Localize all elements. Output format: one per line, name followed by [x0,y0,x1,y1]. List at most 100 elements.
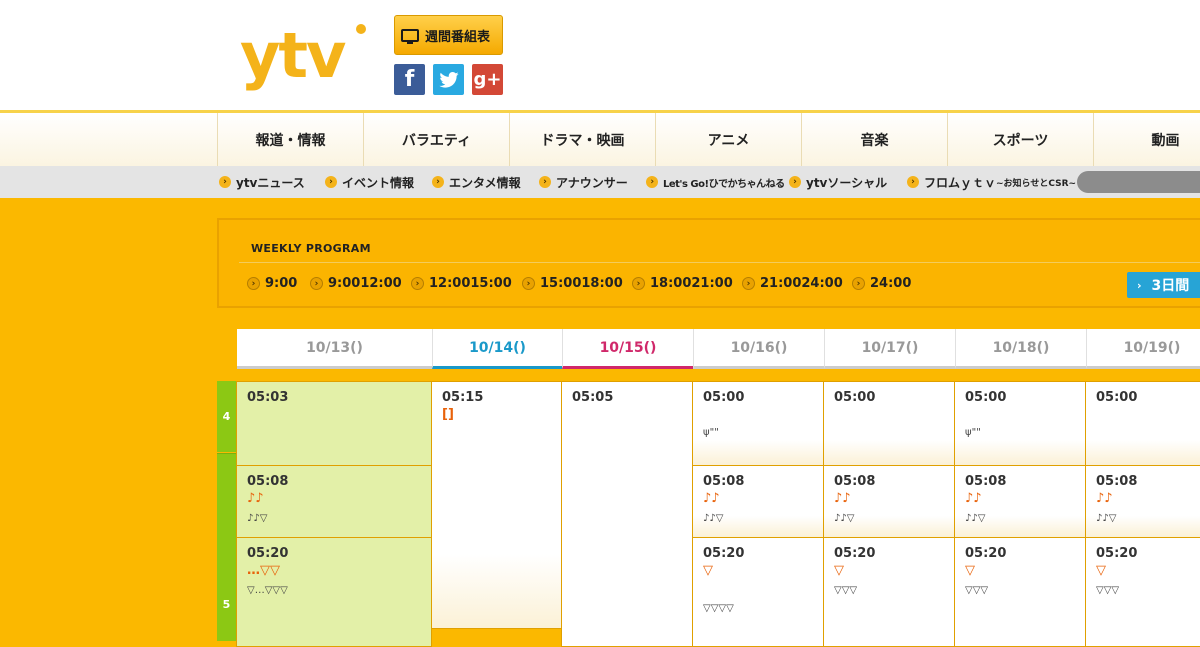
twitter-icon[interactable] [433,64,464,95]
arrow-right-icon: › [432,176,444,188]
snav-label: ytvソーシャル [806,175,888,190]
weekly-program-title: WEEKLY PROGRAM [251,242,371,255]
twitter-bird-icon [438,71,459,88]
day-tab[interactable]: 10/18() [955,329,1086,369]
arrow-right-icon: › [247,277,260,290]
time-slot-link[interactable]: › 24:00 [852,276,911,291]
time-slot-label: 12:0015:00 [429,276,512,291]
snav-events[interactable]: › イベント情報 [325,166,414,198]
program-title: ♪♪ [247,491,264,506]
program-time: 05:08 [703,474,745,489]
hour-label: 5 [217,453,236,641]
weekly-schedule-button[interactable]: 週間番組表 [394,15,503,55]
googleplus-icon[interactable]: g+ [472,64,503,95]
program-time: 05:00 [1096,390,1138,405]
program-desc: ▽…▽▽▽ [247,585,288,596]
weekly-program-panel: WEEKLY PROGRAM › 9:00 › 9:0012:00 › 12:0… [217,218,1200,308]
time-slot-link[interactable]: › 9:00 [247,276,297,291]
snav-label: イベント情報 [342,175,415,190]
program-cell[interactable]: 05:15 [] [431,381,562,629]
day-tab-today[interactable]: 10/14() [432,329,562,369]
gnav-music[interactable]: 音楽 [801,113,947,166]
time-slot-link[interactable]: › 12:0015:00 [411,276,512,291]
program-cell[interactable]: 05:20 ▽ ▽▽▽ [954,537,1086,647]
program-cell[interactable]: 05:08 ♪♪ ♪♪▽ [1085,465,1200,538]
time-slot-link[interactable]: › 21:0024:00 [742,276,843,291]
logo-dot [356,24,366,34]
snav-from-ytv[interactable]: › フロムｙｔｖ ~お知らせとCSR~ [907,166,1076,198]
three-days-label: 3日間 [1151,278,1190,294]
program-time: 05:08 [834,474,876,489]
program-time: 05:00 [965,390,1007,405]
snav-label: エンタメ情報 [449,175,521,190]
program-cell[interactable]: 05:00 [823,381,955,466]
gnav-anime[interactable]: アニメ [655,113,801,166]
snav-label: フロムｙｔｖ [924,175,997,190]
search-input[interactable] [1077,171,1200,193]
program-cell[interactable]: 05:03 [236,381,432,466]
day-tab-selected[interactable]: 10/15() [562,329,693,369]
time-slot-link[interactable]: › 15:0018:00 [522,276,623,291]
site-header: ytv 週間番組表 f g+ [0,0,1200,110]
program-cell[interactable]: 05:20 ▽ ▽▽▽▽ [692,537,824,647]
program-cell[interactable]: 05:08 ♪♪ ♪♪▽ [954,465,1086,538]
snav-label: ytvニュース [236,175,305,190]
program-cell[interactable]: 05:08 ♪♪ ♪♪▽ [692,465,824,538]
snav-letsgo[interactable]: › Let's Go!ひでかちゃんねる [646,166,785,198]
gnav-sports[interactable]: スポーツ [947,113,1093,166]
program-cell[interactable]: 05:00 ψ"" [692,381,824,466]
arrow-right-icon: › [907,176,919,188]
arrow-right-icon: › [789,176,801,188]
program-time: 05:00 [834,390,876,405]
program-cell[interactable]: 05:08 ♪♪ ♪♪▽ [823,465,955,538]
gnav-news[interactable]: 報道・情報 [217,113,363,166]
program-time: 05:20 [703,546,745,561]
day-tab[interactable]: 10/13() [237,329,432,369]
snav-ytv-social[interactable]: › ytvソーシャル [789,166,887,198]
snav-ytv-news[interactable]: › ytvニュース [219,166,305,198]
program-desc: ♪♪▽ [247,513,268,524]
program-desc: ♪♪▽ [834,513,855,524]
time-slot-label: 21:0024:00 [760,276,843,291]
divider [239,262,1200,263]
three-days-button[interactable]: › 3日間 [1127,272,1200,298]
arrow-right-icon: › [632,277,645,290]
program-cell[interactable]: 05:20 ▽ ▽▽▽ [823,537,955,647]
ytv-logo[interactable]: ytv [240,18,370,98]
program-time: 05:15 [442,390,484,405]
snav-announcer[interactable]: › アナウンサー [539,166,628,198]
snav-entertainment[interactable]: › エンタメ情報 [432,166,521,198]
program-cell[interactable]: 05:20 ▽ ▽▽▽ [1085,537,1200,647]
day-tab[interactable]: 10/16() [693,329,824,369]
program-time: 05:03 [247,390,289,405]
program-desc: ψ"" [965,427,981,438]
program-time: 05:05 [572,390,614,405]
program-title: [] [442,407,454,422]
program-cell[interactable]: 05:00 ψ"" [954,381,1086,466]
time-slot-link[interactable]: › 18:0021:00 [632,276,733,291]
day-tab[interactable]: 10/19() [1086,329,1200,369]
program-cell[interactable]: 05:20 …▽▽ ▽…▽▽▽ [236,537,432,647]
snav-label: Let's Go!ひでかちゃんねる [663,178,785,190]
program-cell[interactable]: 05:05 [561,381,693,647]
arrow-right-icon: › [852,277,865,290]
global-nav: 報道・情報 バラエティ ドラマ・映画 アニメ 音楽 スポーツ 動画 [0,110,1200,166]
gnav-video[interactable]: 動画 [1093,113,1200,166]
chevron-right-icon: › [1137,278,1142,292]
gnav-drama[interactable]: ドラマ・映画 [509,113,655,166]
gnav-variety[interactable]: バラエティ [363,113,509,166]
schedule-grid: 4 5 05:03 05:08 ♪♪ ♪♪▽ 05:20 …▽▽ ▽…▽▽▽ 0… [217,381,1200,647]
facebook-icon[interactable]: f [394,64,425,95]
tv-icon [401,28,419,44]
program-desc: ♪♪▽ [1096,513,1117,524]
program-desc: ♪♪▽ [703,513,724,524]
arrow-right-icon: › [219,176,231,188]
program-cell[interactable]: 05:08 ♪♪ ♪♪▽ [236,465,432,538]
program-title: ▽ [965,563,975,578]
day-tab[interactable]: 10/17() [824,329,955,369]
program-time: 05:20 [965,546,1007,561]
program-time: 05:20 [1096,546,1138,561]
time-slot-link[interactable]: › 9:0012:00 [310,276,402,291]
program-cell[interactable]: 05:00 [1085,381,1200,466]
time-slot-label: 15:0018:00 [540,276,623,291]
